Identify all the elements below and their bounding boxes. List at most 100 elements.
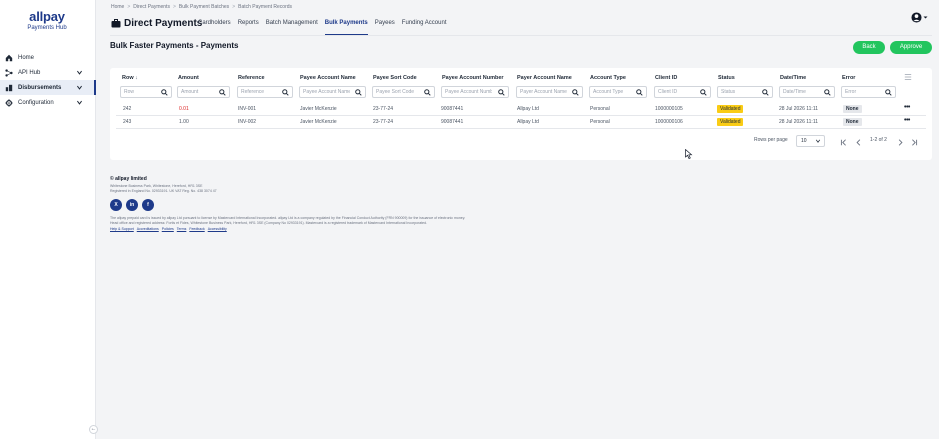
filter-payee-account-number-input[interactable]: [445, 87, 493, 97]
approve-button[interactable]: Approve: [890, 41, 932, 54]
chevron-down-icon[interactable]: [76, 99, 83, 106]
column-header-error[interactable]: Error: [842, 75, 855, 81]
tab-batch-management[interactable]: Batch Management: [266, 18, 318, 35]
footer-link-accreditations[interactable]: Accreditations: [137, 227, 159, 231]
first-page-icon[interactable]: [840, 139, 847, 146]
breadcrumb-item[interactable]: Bulk Payment Batches: [179, 4, 229, 10]
breadcrumb-item[interactable]: Direct Payments: [133, 4, 170, 10]
sidebar-collapse-button[interactable]: ←: [89, 425, 98, 434]
breadcrumb-separator: >: [172, 4, 176, 10]
rows-per-page-select[interactable]: 10: [796, 135, 825, 147]
filter-payee-account-name[interactable]: [299, 86, 366, 98]
filter-payee-sort-code-input[interactable]: [376, 87, 420, 97]
cell-datetime: 28 Jul 2026 11:11: [779, 119, 819, 125]
cell-payer-account-name: Allpay Ltd: [517, 106, 539, 112]
allpay-logo[interactable]: allpay Payments Hub: [22, 9, 72, 31]
disbursements-icon: [4, 83, 13, 92]
sidebar-item-home[interactable]: Home: [0, 50, 96, 65]
filter-account-type[interactable]: [589, 86, 647, 98]
filter-datetime-input[interactable]: [783, 87, 822, 97]
search-icon: [762, 89, 769, 96]
column-header-datetime[interactable]: Date/Time: [780, 75, 806, 81]
rows-per-page-value: 10: [801, 138, 807, 144]
last-page-icon[interactable]: [911, 139, 918, 146]
tab-cardholders[interactable]: Cardholders: [198, 18, 231, 35]
next-page-icon[interactable]: [897, 139, 904, 146]
filter-row-input[interactable]: [124, 87, 160, 97]
filter-payee-sort-code[interactable]: [372, 86, 435, 98]
tab-payees[interactable]: Payees: [375, 18, 395, 35]
chevron-down-icon[interactable]: [76, 84, 83, 91]
footer-link-policies[interactable]: Policies: [162, 227, 174, 231]
breadcrumb-separator: >: [232, 4, 236, 10]
page-title: Bulk Faster Payments - Payments: [110, 41, 239, 50]
footer-company: © allpay limited: [110, 176, 147, 182]
filter-payee-account-number[interactable]: [441, 86, 509, 98]
column-header-payee-account-name[interactable]: Payee Account Name: [300, 75, 356, 81]
cell-payee-sort-code: 23-77-24: [373, 119, 394, 125]
footer-link-accessibility[interactable]: Accessibility: [208, 227, 227, 231]
row-actions-button[interactable]: •••: [904, 117, 910, 124]
footer-link-feedback[interactable]: Feedback: [189, 227, 204, 231]
column-header-status[interactable]: Status: [718, 75, 735, 81]
mouse-cursor-icon: [685, 149, 693, 159]
column-header-amount[interactable]: Amount: [178, 75, 199, 81]
filter-reference[interactable]: [237, 86, 293, 98]
filter-datetime[interactable]: [779, 86, 835, 98]
column-header-reference[interactable]: Reference: [238, 75, 265, 81]
filter-client-id[interactable]: [654, 86, 711, 98]
sidebar-item-disbursements[interactable]: Disbursements: [0, 80, 96, 95]
tab-reports[interactable]: Reports: [238, 18, 259, 35]
column-header-row[interactable]: Row ↓: [122, 75, 138, 81]
filter-payer-account-name-input[interactable]: [520, 87, 567, 97]
rows-per-page-label: Rows per page: [754, 137, 788, 143]
column-header-payee-sort-code[interactable]: Payee Sort Code: [373, 75, 417, 81]
column-header-account-type[interactable]: Account Type: [590, 75, 626, 81]
filter-payee-account-name-input[interactable]: [303, 87, 350, 97]
error-badge: None: [843, 105, 862, 113]
user-avatar-icon: [911, 12, 922, 23]
row-actions-button[interactable]: •••: [904, 104, 910, 111]
filter-amount[interactable]: [177, 86, 230, 98]
x-social-icon[interactable]: X: [110, 199, 122, 211]
footer-link-terms[interactable]: Terms: [177, 227, 187, 231]
chevron-down-icon[interactable]: [76, 69, 83, 76]
column-header-client-id[interactable]: Client ID: [655, 75, 677, 81]
filter-row[interactable]: [120, 86, 172, 98]
filter-status-input[interactable]: [721, 87, 760, 97]
facebook-social-icon[interactable]: f: [142, 199, 154, 211]
search-icon: [636, 89, 643, 96]
previous-page-icon[interactable]: [855, 139, 862, 146]
cell-payee-sort-code: 23-77-24: [373, 106, 394, 112]
chevron-down-icon: [815, 139, 821, 143]
sort-arrow-icon: ↓: [135, 75, 138, 81]
footer-link-help-support[interactable]: Help & Support: [110, 227, 134, 231]
filter-payer-account-name[interactable]: [516, 86, 583, 98]
tab-bulk-payments[interactable]: Bulk Payments: [324, 18, 368, 35]
column-header-payee-account-number[interactable]: Payee Account Number: [442, 75, 504, 81]
sidebar: allpay Payments Hub Home API Hub Disburs…: [0, 0, 96, 439]
sidebar-item-configuration[interactable]: Configuration: [0, 95, 96, 110]
filter-client-id-input[interactable]: [658, 87, 697, 97]
filter-error-input[interactable]: [845, 87, 883, 97]
breadcrumb: Home > Direct Payments > Bulk Payment Ba…: [111, 4, 292, 10]
linkedin-social-icon[interactable]: in: [126, 199, 138, 211]
user-menu-button[interactable]: [911, 12, 928, 23]
cell-account-type: Personal: [590, 106, 610, 112]
table-row[interactable]: 242 0.01 INV-001 Javier McKenzie 23-77-2…: [116, 103, 926, 116]
filter-amount-input[interactable]: [181, 87, 217, 97]
filter-status[interactable]: [717, 86, 773, 98]
back-button[interactable]: Back: [853, 41, 885, 54]
cell-reference: INV-002: [238, 119, 257, 125]
tab-funding-account[interactable]: Funding Account: [402, 18, 447, 35]
filter-account-type-input[interactable]: [593, 87, 633, 97]
column-settings-icon[interactable]: [904, 73, 912, 81]
cell-reference: INV-001: [238, 106, 257, 112]
breadcrumb-item[interactable]: Home: [111, 4, 124, 10]
filter-error[interactable]: [841, 86, 896, 98]
filter-reference-input[interactable]: [241, 87, 280, 97]
column-header-payer-account-name[interactable]: Payer Account Name: [517, 75, 572, 81]
cell-client-id: 1000000105: [655, 106, 683, 112]
table-row[interactable]: 243 1.00 INV-002 Javier McKenzie 23-77-2…: [116, 116, 926, 129]
sidebar-item-api-hub[interactable]: API Hub: [0, 65, 96, 80]
